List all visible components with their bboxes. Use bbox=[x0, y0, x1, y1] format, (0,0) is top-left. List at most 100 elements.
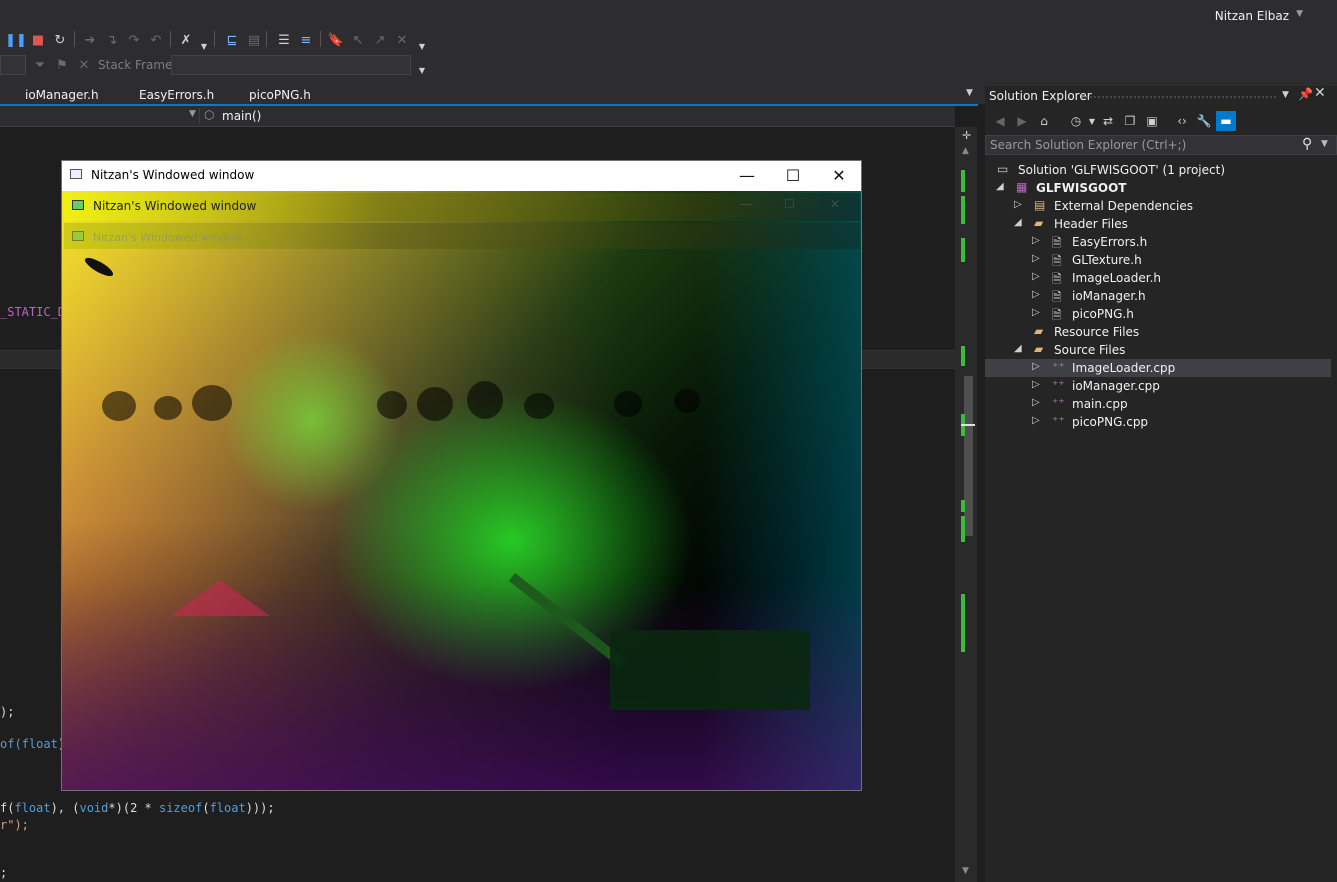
solution-label: Solution 'GLFWISGOOT' (1 project) bbox=[1018, 163, 1225, 177]
pause-icon[interactable]: ❚❚ bbox=[5, 30, 27, 50]
split-editor-icon[interactable]: ✛ bbox=[962, 129, 971, 142]
collapsed-icon[interactable]: ▷ bbox=[1032, 253, 1040, 264]
close-icon[interactable]: ✕ bbox=[1314, 85, 1326, 101]
tree-file[interactable]: ▷ 🗎 EasyErrors.h bbox=[985, 233, 1331, 251]
tree-file[interactable]: ▷ ⁺⁺ ioManager.cpp bbox=[985, 377, 1331, 395]
show-all-files-icon[interactable]: ▣ bbox=[1142, 111, 1162, 131]
collapsed-icon[interactable]: ▷ bbox=[1032, 307, 1040, 318]
view-code-icon[interactable]: ‹› bbox=[1172, 111, 1192, 131]
tab-easyerrors-h[interactable]: EasyErrors.h bbox=[139, 88, 214, 102]
tree-file-selected[interactable]: ▷ ⁺⁺ ImageLoader.cpp bbox=[985, 359, 1331, 377]
tab-iomanager-h[interactable]: ioManager.h bbox=[25, 88, 99, 102]
collapsed-icon[interactable]: ▷ bbox=[1032, 289, 1040, 300]
code-token: ), ( bbox=[50, 801, 80, 815]
toolbar-separator bbox=[266, 31, 267, 47]
step-over-icon[interactable]: ↷ bbox=[124, 30, 144, 50]
expanded-icon[interactable]: ◢ bbox=[1014, 217, 1022, 228]
change-marker bbox=[961, 238, 965, 262]
tree-resource-files[interactable]: ▰ Resource Files bbox=[985, 323, 1331, 341]
step-out-icon[interactable]: ↶ bbox=[146, 30, 166, 50]
code-line: of(float) bbox=[0, 737, 65, 751]
code-line: ); bbox=[0, 705, 15, 719]
prev-bookmark-icon[interactable]: ↖ bbox=[348, 30, 368, 50]
maximize-icon[interactable]: ☐ bbox=[770, 163, 816, 187]
ghost-window-title: Nitzan's Windowed window bbox=[93, 231, 243, 244]
collapsed-icon[interactable]: ▷ bbox=[1032, 379, 1040, 390]
user-name[interactable]: Nitzan Elbaz bbox=[1215, 9, 1289, 23]
chevron-down-icon[interactable]: ▼ bbox=[194, 36, 214, 56]
forward-icon[interactable]: ▶ bbox=[1012, 111, 1032, 131]
hex-display-icon[interactable]: ✗ bbox=[176, 30, 196, 50]
outline-icon[interactable]: ▤ bbox=[244, 30, 264, 50]
stop-icon[interactable]: ■ bbox=[28, 30, 48, 50]
tree-file[interactable]: ▷ 🗎 GLTexture.h bbox=[985, 251, 1331, 269]
cpp-file-icon: ⁺⁺ bbox=[1052, 414, 1065, 428]
filter-icon[interactable]: ⏷ bbox=[30, 55, 50, 75]
folder-icon: ▰ bbox=[1034, 324, 1044, 338]
minimize-icon[interactable]: — bbox=[724, 163, 770, 187]
collapsed-icon[interactable]: ▷ bbox=[1032, 361, 1040, 372]
tree-header-files[interactable]: ◢ ▰ Header Files bbox=[985, 215, 1331, 233]
collapsed-icon[interactable]: ▷ bbox=[1014, 199, 1022, 210]
code-token: *)(2 * bbox=[108, 801, 159, 815]
chevron-down-icon[interactable]: ▼ bbox=[412, 36, 432, 56]
preview-selected-icon[interactable]: ▬ bbox=[1216, 111, 1236, 131]
chevron-down-icon[interactable]: ▼ bbox=[412, 60, 432, 80]
project-label: GLFWISGOOT bbox=[1036, 181, 1127, 195]
chevron-down-icon[interactable]: ▼ bbox=[1296, 9, 1303, 19]
cpp-file-icon: ⁺⁺ bbox=[1052, 360, 1065, 374]
search-icon[interactable]: ⚲ bbox=[1302, 136, 1312, 152]
pin-icon[interactable]: 📌 bbox=[1298, 87, 1313, 101]
collapsed-icon[interactable]: ▷ bbox=[1032, 271, 1040, 282]
panel-grip[interactable] bbox=[1081, 95, 1277, 100]
process-combo[interactable] bbox=[0, 55, 26, 75]
restart-icon[interactable]: ↻ bbox=[50, 30, 70, 50]
search-placeholder: Search Solution Explorer (Ctrl+;) bbox=[990, 138, 1187, 152]
chevron-down-icon[interactable]: ▼ bbox=[1321, 139, 1328, 149]
bookmark-icon[interactable]: 🔖 bbox=[326, 30, 346, 50]
next-bookmark-icon[interactable]: ↗ bbox=[370, 30, 390, 50]
chevron-down-icon[interactable]: ▼ bbox=[189, 109, 196, 119]
tree-file[interactable]: ▷ 🗎 picoPNG.h bbox=[985, 305, 1331, 323]
show-next-statement-icon[interactable]: ➔ bbox=[80, 30, 100, 50]
change-marker bbox=[961, 170, 965, 192]
sync-icon[interactable]: ⇄ bbox=[1098, 111, 1118, 131]
tree-external-deps[interactable]: ▷ ▤ External Dependencies bbox=[985, 197, 1331, 215]
step-into-icon[interactable]: ↴ bbox=[102, 30, 122, 50]
home-icon[interactable]: ⌂ bbox=[1034, 111, 1054, 131]
tree-project[interactable]: ◢ ▦ GLFWISGOOT bbox=[985, 179, 1331, 197]
tree-source-files[interactable]: ◢ ▰ Source Files bbox=[985, 341, 1331, 359]
collapse-all-icon[interactable]: ❐ bbox=[1120, 111, 1140, 131]
function-dropdown[interactable]: main() bbox=[222, 109, 261, 123]
properties-icon[interactable]: 🔧 bbox=[1194, 111, 1214, 131]
code-keyword: sizeof bbox=[158, 801, 203, 815]
comment-icon[interactable]: ≡ bbox=[296, 30, 316, 50]
change-marker bbox=[961, 500, 965, 512]
close-icon: ✕ bbox=[830, 197, 841, 211]
indent-icon[interactable]: ☰ bbox=[274, 30, 294, 50]
caret-position-marker bbox=[961, 424, 975, 426]
collapsed-icon[interactable]: ▷ bbox=[1032, 397, 1040, 408]
expanded-icon[interactable]: ◢ bbox=[1014, 343, 1022, 354]
close-icon[interactable]: ✕ bbox=[816, 163, 862, 187]
scroll-up-icon[interactable]: ▲ bbox=[962, 146, 969, 156]
scrollbar-thumb[interactable] bbox=[964, 376, 973, 536]
tree-file[interactable]: ▷ 🗎 ioManager.h bbox=[985, 287, 1331, 305]
tab-dropdown-icon[interactable]: ▼ bbox=[966, 88, 973, 98]
collapsed-icon[interactable]: ▷ bbox=[1032, 235, 1040, 246]
back-icon[interactable]: ◀ bbox=[990, 111, 1010, 131]
show-threads-icon[interactable]: ✕ bbox=[74, 55, 94, 75]
tree-solution[interactable]: ▭ Solution 'GLFWISGOOT' (1 project) bbox=[985, 161, 1331, 179]
tab-picopng-h[interactable]: picoPNG.h bbox=[249, 88, 311, 102]
threads-icon[interactable]: ⊑ bbox=[222, 30, 242, 50]
scroll-down-icon[interactable]: ▼ bbox=[962, 866, 969, 876]
tree-file[interactable]: ▷ ⁺⁺ picoPNG.cpp bbox=[985, 413, 1331, 431]
clear-bookmarks-icon[interactable]: ✕ bbox=[392, 30, 412, 50]
thread-flag-icon[interactable]: ⚑ bbox=[52, 55, 72, 75]
collapsed-icon[interactable]: ▷ bbox=[1032, 415, 1040, 426]
chevron-down-icon[interactable]: ▼ bbox=[1282, 90, 1289, 100]
stack-frame-combo[interactable] bbox=[171, 55, 411, 75]
expanded-icon[interactable]: ◢ bbox=[996, 181, 1004, 192]
tree-file[interactable]: ▷ 🗎 ImageLoader.h bbox=[985, 269, 1331, 287]
tree-file[interactable]: ▷ ⁺⁺ main.cpp bbox=[985, 395, 1331, 413]
